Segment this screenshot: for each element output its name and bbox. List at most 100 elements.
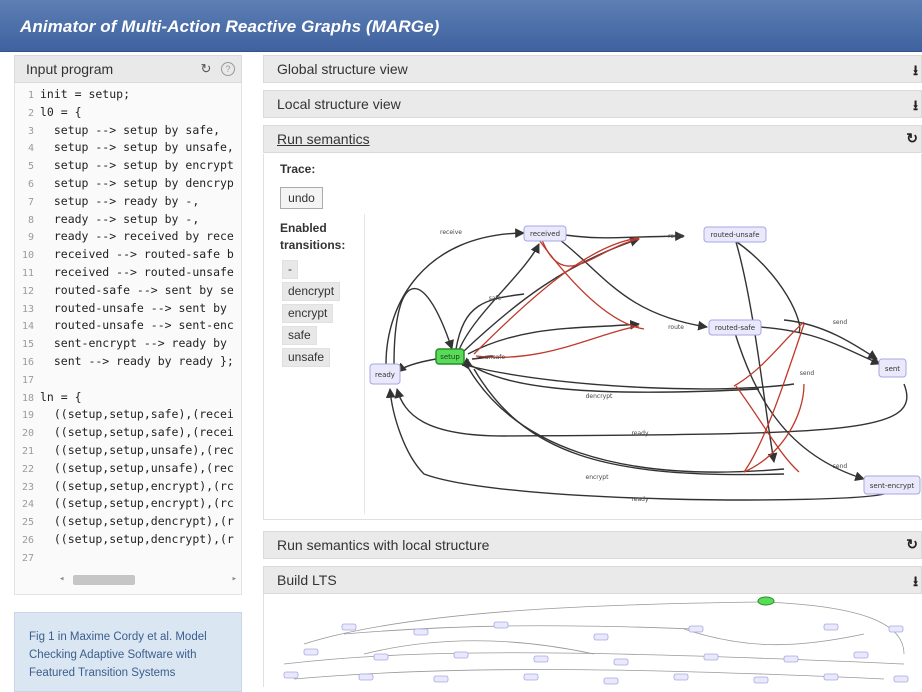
code-line[interactable]: 2 l0 = { <box>15 105 241 123</box>
line-number: 7 <box>27 196 34 208</box>
lts-node[interactable] <box>303 648 319 656</box>
lts-node[interactable] <box>783 655 799 663</box>
code-line[interactable]: 7 setup --> ready by -, <box>15 194 241 212</box>
lts-node[interactable] <box>753 676 769 684</box>
scrollbar-thumb[interactable] <box>73 575 135 585</box>
global-structure-header[interactable]: Global structure view ⭳ <box>263 55 922 83</box>
lts-node[interactable] <box>433 675 449 683</box>
lts-node[interactable] <box>613 658 629 666</box>
svg-text:sent: sent <box>885 365 900 373</box>
lts-node[interactable] <box>673 673 689 681</box>
lts-node[interactable] <box>283 671 299 679</box>
lts-node[interactable] <box>603 677 619 685</box>
lts-node[interactable] <box>453 651 469 659</box>
edge-setup-ready <box>396 358 437 373</box>
code-line[interactable]: 5 setup --> setup by encrypt <box>15 158 241 176</box>
code-line[interactable]: 23 ((setup,setup,encrypt),(rc <box>15 479 241 497</box>
lts-node[interactable] <box>893 675 909 683</box>
code-line[interactable]: 11 received --> routed-unsafe <box>15 265 241 283</box>
download-icon[interactable]: ⭳ <box>913 60 918 84</box>
run-semantics-title[interactable]: Run semantics <box>277 131 370 147</box>
download-icon[interactable]: ⭳ <box>913 95 918 119</box>
code-line[interactable]: 22 ((setup,setup,unsafe),(rec <box>15 461 241 479</box>
lts-node[interactable] <box>493 621 509 629</box>
refresh-icon[interactable]: ↻ <box>906 536 918 553</box>
link-edge <box>538 239 645 330</box>
lts-node[interactable] <box>373 653 389 661</box>
code-line[interactable]: 8 ready --> setup by -, <box>15 212 241 230</box>
lts-node[interactable] <box>533 655 549 663</box>
code-line[interactable]: 13 routed-unsafe --> sent by <box>15 301 241 319</box>
transition-button[interactable]: - <box>282 260 298 279</box>
refresh-icon[interactable]: ↻ <box>906 130 918 147</box>
lts-node[interactable] <box>341 623 357 631</box>
line-number: 27 <box>21 552 34 564</box>
code-line[interactable]: 15 sent-encrypt --> ready by <box>15 336 241 354</box>
lts-node[interactable] <box>593 633 609 641</box>
node-received[interactable]: received <box>523 225 567 242</box>
node-ready[interactable]: ready <box>369 363 401 385</box>
horizontal-scrollbar[interactable]: ◂ ▸ <box>45 573 241 587</box>
lts-node[interactable] <box>823 673 839 681</box>
undo-button[interactable]: undo <box>280 187 323 209</box>
code-line[interactable]: 27 <box>15 550 241 568</box>
build-lts-title[interactable]: Build LTS <box>277 572 337 588</box>
code-line[interactable]: 6 setup --> setup by dencryp <box>15 176 241 194</box>
build-lts-header[interactable]: Build LTS ⭳ <box>263 566 922 594</box>
help-icon[interactable]: ? <box>221 62 235 76</box>
local-structure-header[interactable]: Local structure view ⭳ <box>263 90 922 118</box>
lts-initial-node[interactable] <box>757 596 775 606</box>
lts-node[interactable] <box>688 625 704 633</box>
code-line[interactable]: 25 ((setup,setup,dencrypt),(r <box>15 514 241 532</box>
node-sent[interactable]: sent <box>878 358 907 378</box>
code-line[interactable]: 21 ((setup,setup,unsafe),(rec <box>15 443 241 461</box>
code-line[interactable]: 14 routed-unsafe --> sent-enc <box>15 318 241 336</box>
code-line[interactable]: 12 routed-safe --> sent by se <box>15 283 241 301</box>
run-semantics-header[interactable]: Run semantics ↻ <box>263 125 922 153</box>
scroll-right-icon[interactable]: ▸ <box>232 574 237 584</box>
link-edge <box>475 325 640 358</box>
transition-button[interactable]: dencrypt <box>282 282 341 301</box>
transition-button[interactable]: safe <box>282 326 317 345</box>
code-line[interactable]: 18 ln = { <box>15 390 241 408</box>
node-routed-unsafe[interactable]: routed-unsafe <box>703 226 767 243</box>
lts-node[interactable] <box>703 653 719 661</box>
code-line[interactable]: 1 init = setup; <box>15 87 241 105</box>
lts-node[interactable] <box>358 673 374 681</box>
code-line[interactable]: 10 received --> routed-safe b <box>15 247 241 265</box>
code-line[interactable]: 26 ((setup,setup,dencrypt),(r <box>15 532 241 550</box>
lts-node[interactable] <box>413 628 429 636</box>
node-setup[interactable]: setup <box>435 348 465 365</box>
node-routed-safe[interactable]: routed-safe <box>708 319 762 336</box>
lts-node[interactable] <box>853 651 869 659</box>
code-line[interactable]: 3 setup --> setup by safe, <box>15 123 241 141</box>
code-line[interactable]: 9 ready --> received by rece <box>15 229 241 247</box>
code-line[interactable]: 4 setup --> setup by unsafe, <box>15 140 241 158</box>
lts-node[interactable] <box>823 623 839 631</box>
run-semantics-panel: Trace: undo Enabled transitions: - dencr… <box>263 154 922 520</box>
scroll-left-icon[interactable]: ◂ <box>59 574 64 584</box>
transition-button[interactable]: encrypt <box>282 304 334 323</box>
code-line[interactable]: 20 ((setup,setup,safe),(recei <box>15 425 241 443</box>
line-number: 13 <box>21 303 34 315</box>
run-semantics-local-header[interactable]: Run semantics with local structure ↻ <box>263 531 922 559</box>
code-line[interactable]: 16 sent --> ready by ready }; <box>15 354 241 372</box>
local-structure-title[interactable]: Local structure view <box>277 96 401 112</box>
edge-ready <box>385 388 885 501</box>
code-text: init = setup; <box>40 87 131 101</box>
code-text: ((setup,setup,dencrypt),(r <box>40 514 234 529</box>
lts-node[interactable] <box>888 625 904 633</box>
lts-node[interactable] <box>523 673 539 681</box>
trace-label: Trace: <box>280 162 316 176</box>
line-number: 20 <box>21 428 34 440</box>
download-icon[interactable]: ⭳ <box>913 571 918 595</box>
global-structure-title[interactable]: Global structure view <box>277 61 408 77</box>
refresh-icon[interactable]: ↻ <box>200 61 211 76</box>
transition-button[interactable]: unsafe <box>282 348 331 367</box>
code-editor[interactable]: 27 26 ((setup,setup,dencrypt),(r 25 ((setu… <box>14 83 242 595</box>
node-sent-encrypt[interactable]: sent-encrypt <box>863 475 921 495</box>
code-line[interactable]: 19 ((setup,setup,safe),(recei <box>15 407 241 425</box>
code-line[interactable]: 17 <box>15 372 241 390</box>
run-semantics-local-title[interactable]: Run semantics with local structure <box>277 537 489 553</box>
code-line[interactable]: 24 ((setup,setup,encrypt),(rc <box>15 496 241 514</box>
